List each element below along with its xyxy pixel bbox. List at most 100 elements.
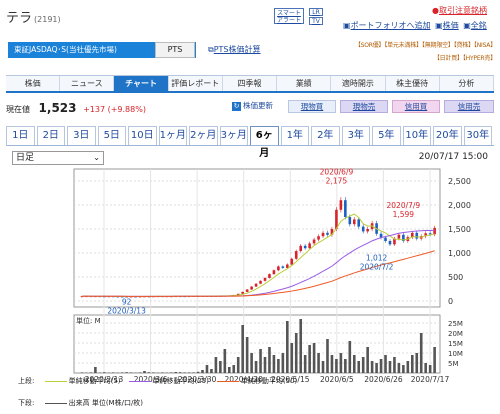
volume-bar — [406, 361, 410, 373]
volume-bar — [205, 365, 209, 373]
volume-bar — [259, 349, 262, 373]
tab-4[interactable]: 四季報 — [222, 76, 278, 91]
period-tab-2[interactable]: 3日 — [67, 126, 96, 145]
period-tab-7[interactable]: 3ヶ月 — [219, 126, 248, 145]
volume-bar — [384, 355, 387, 373]
annotation-label: 1,599 — [393, 210, 415, 219]
volume-bar — [272, 355, 276, 373]
chart-area: 日足 ⌄ 20/07/17 15:00 2,500 2,000 1,500 1,000… — [6, 149, 494, 414]
volume-bar — [335, 359, 338, 373]
header-links: ▣ポートフォリオへ追加 ▣株価 ▣全銘 — [343, 20, 487, 31]
tab-2[interactable]: チャート — [114, 76, 169, 91]
tab-0[interactable]: 株価 — [6, 76, 61, 91]
period-tab-14[interactable]: 20年 — [433, 126, 462, 145]
stock-title: テラ (2191) — [6, 7, 61, 26]
candle-body — [321, 232, 325, 237]
volume-bar — [138, 372, 142, 373]
candle-body — [366, 229, 369, 232]
volume-bar — [294, 333, 298, 373]
candle-body — [277, 266, 280, 271]
volume-bar — [326, 339, 329, 373]
volume-bar — [254, 361, 258, 373]
lr-button[interactable]: LR — [309, 8, 323, 16]
candle-body — [312, 239, 316, 244]
interval-select[interactable]: 日足 ⌄ — [12, 151, 104, 165]
period-tab-13[interactable]: 10年 — [402, 126, 431, 145]
annotation-label: 92 — [122, 298, 132, 307]
price-tick-label: 2,000 — [448, 201, 471, 210]
x-tick-label: 2020/7/17 — [411, 375, 450, 384]
stock-name: テラ — [6, 11, 33, 26]
tab-1[interactable]: ニュース — [60, 76, 115, 91]
candle-body — [268, 274, 271, 278]
price-tick-label: 1,500 — [448, 225, 471, 234]
all-link[interactable]: 全銘 — [471, 21, 487, 30]
volume-bar — [303, 355, 307, 373]
volume-bar — [308, 345, 311, 373]
sell-button[interactable]: 現物売 — [340, 100, 388, 113]
period-tab-0[interactable]: 1日 — [6, 126, 35, 145]
legend-lower: 下段: 出来高 単位(M株/口/枚) — [18, 398, 143, 408]
volume-tick-label: 20M — [448, 330, 463, 338]
period-tab-4[interactable]: 10日 — [128, 126, 157, 145]
price-row: 現在値 1,523 +137 (+9.88%) — [6, 101, 146, 115]
period-tab-15[interactable]: 30年 — [463, 126, 492, 145]
margin-sell-button[interactable]: 信用売 — [444, 100, 494, 113]
candle-body — [428, 233, 432, 235]
caution-link[interactable]: ●取引注意銘柄 — [432, 5, 487, 16]
candle-body — [384, 237, 387, 241]
quote-link[interactable]: 株価 — [443, 21, 459, 30]
tags-row-1: 【SOR優】【単元未満株】【無期限空】【貸株】【NISA】 — [354, 42, 496, 49]
buy-button[interactable]: 現物買 — [288, 100, 336, 113]
volume-bar — [94, 367, 97, 373]
sell-label: 現物売 — [352, 102, 376, 111]
legend-item-ma-1: 単純移動平均(25) — [127, 377, 209, 385]
period-tab-12[interactable]: 5年 — [372, 126, 401, 145]
tab-8[interactable]: 分析 — [439, 76, 494, 91]
tab-3[interactable]: 評価レポート — [168, 76, 223, 91]
period-tab-1[interactable]: 2日 — [36, 126, 65, 145]
volume-bar — [120, 372, 124, 373]
period-tab-3[interactable]: 5日 — [97, 126, 126, 145]
period-tab-9[interactable]: 1年 — [280, 126, 309, 145]
volume-bar — [268, 347, 271, 373]
annotation-label: 2020/7/9 — [387, 201, 421, 210]
period-tab-5[interactable]: 1ヶ月 — [158, 126, 187, 145]
volume-bar — [419, 333, 423, 373]
volume-bar — [402, 365, 405, 373]
volume-bar — [379, 359, 383, 373]
tags-row-2: 【日計買】【HYPER売】 — [433, 55, 496, 62]
candle-body — [241, 291, 244, 294]
pts-calc-link[interactable]: ⧉PTS株価計算 — [208, 44, 261, 55]
tab-5[interactable]: 業績 — [277, 76, 332, 91]
margin-sell-label: 信用売 — [457, 102, 481, 111]
annotation-label: 1,012 — [366, 253, 388, 262]
tv-button[interactable]: TV — [309, 17, 323, 25]
refresh-button[interactable]: ↻ 株価更新 — [232, 100, 284, 113]
tab-7[interactable]: 株主優待 — [385, 76, 440, 91]
legend-upper-label: 上段: — [18, 377, 35, 385]
period-tab-11[interactable]: 3年 — [341, 126, 370, 145]
volume-bar — [393, 357, 396, 373]
candle-body — [272, 270, 276, 275]
candle-body — [348, 217, 352, 225]
portfolio-add-link[interactable]: ポートフォリオへ追加 — [351, 21, 431, 30]
market-name: 東証JASDAQ･S(当社優先市場) — [14, 45, 117, 54]
volume-bar — [152, 372, 155, 373]
volume-bar — [361, 357, 365, 373]
volume-bar — [214, 357, 218, 373]
volume-bar — [299, 319, 303, 373]
candle-body — [361, 226, 365, 232]
tab-6[interactable]: 適時開示 — [331, 76, 386, 91]
candle-body — [299, 245, 303, 252]
smart-alert-button[interactable]: スマート アラート — [274, 8, 304, 24]
period-tab-8[interactable]: 6ヶ月 — [250, 126, 279, 159]
pts-button[interactable]: PTS — [155, 42, 195, 58]
period-tab-10[interactable]: 2年 — [311, 126, 340, 145]
margin-buy-button[interactable]: 信用買 — [392, 100, 440, 113]
period-tab-6[interactable]: 2ヶ月 — [189, 126, 218, 145]
candle-body — [259, 280, 262, 284]
volume-bar — [410, 355, 414, 373]
legend-text: 出来高 単位(M株/口/枚) — [68, 399, 144, 407]
x-tick-label: 2020/6/5 — [320, 375, 354, 384]
